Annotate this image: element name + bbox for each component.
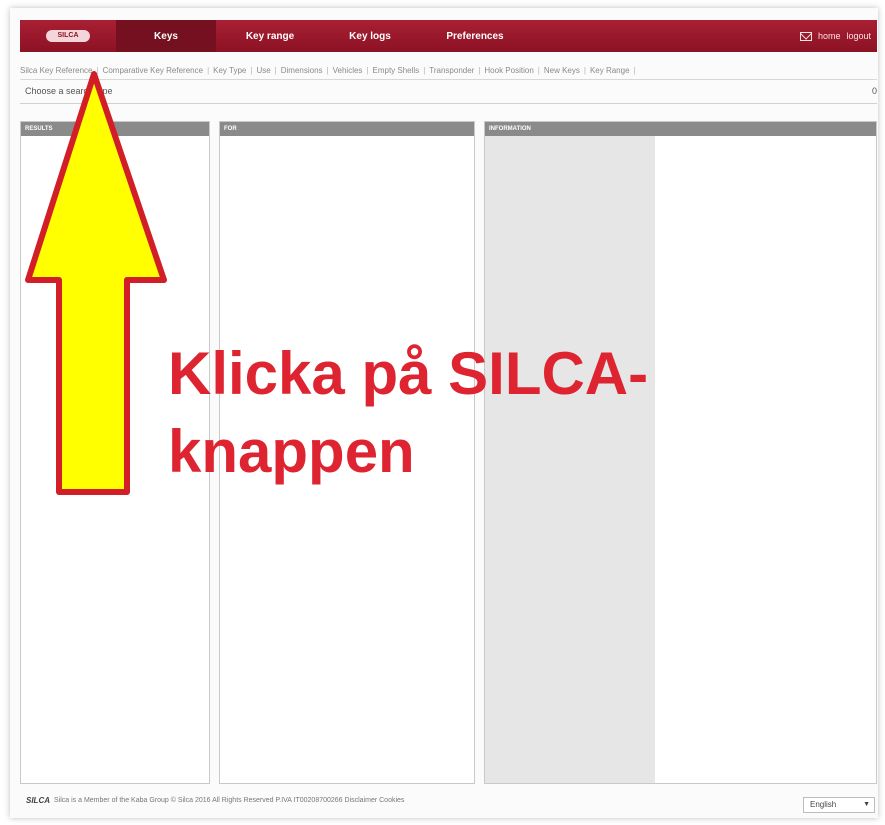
subnav-item-key-type[interactable]: Key Type bbox=[213, 66, 246, 75]
subnav-item-empty-shells[interactable]: Empty Shells bbox=[373, 66, 420, 75]
top-navigation-bar: SILCA Keys Key range Key logs Preference… bbox=[20, 20, 877, 52]
arrow-shape bbox=[25, 71, 167, 495]
mail-icon[interactable] bbox=[799, 31, 812, 41]
annotation-text: Klicka på SILCA- knappen bbox=[168, 335, 648, 491]
tab-preferences[interactable]: Preferences bbox=[420, 20, 530, 52]
separator: | bbox=[207, 65, 210, 75]
separator: | bbox=[250, 65, 253, 75]
subnav-item-key-range[interactable]: Key Range bbox=[590, 66, 630, 75]
subnav-item-use[interactable]: Use bbox=[256, 66, 270, 75]
logout-link[interactable]: logout bbox=[846, 31, 871, 41]
annotation-line-1: Klicka på SILCA- bbox=[168, 340, 649, 407]
footer: SILCA Silca is a Member of the Kaba Grou… bbox=[26, 796, 404, 805]
dropdown-caret-icon: ▼ bbox=[863, 801, 870, 808]
user-links: home logout bbox=[799, 20, 871, 52]
for-panel-header: FOR bbox=[220, 122, 474, 136]
subnav-item-transponder[interactable]: Transponder bbox=[429, 66, 474, 75]
subnav-item-vehicles[interactable]: Vehicles bbox=[333, 66, 363, 75]
home-link[interactable]: home bbox=[818, 31, 841, 41]
separator: | bbox=[583, 65, 586, 75]
silca-logo-button[interactable]: SILCA bbox=[20, 20, 116, 52]
annotation-line-2: knappen bbox=[168, 418, 415, 485]
separator: | bbox=[366, 65, 369, 75]
yellow-arrow-icon bbox=[25, 71, 167, 495]
separator: | bbox=[326, 65, 329, 75]
tab-key-range[interactable]: Key range bbox=[220, 20, 320, 52]
silca-logo: SILCA bbox=[46, 30, 90, 42]
subnav-item-dimensions[interactable]: Dimensions bbox=[281, 66, 323, 75]
tab-keys[interactable]: Keys bbox=[116, 20, 216, 52]
separator: | bbox=[423, 65, 426, 75]
footer-logo: SILCA bbox=[26, 796, 50, 805]
language-selected: English bbox=[810, 800, 837, 809]
footer-text: Silca is a Member of the Kaba Group © Si… bbox=[54, 797, 405, 804]
separator: | bbox=[633, 65, 636, 75]
separator: | bbox=[478, 65, 481, 75]
subnav-item-hook-position[interactable]: Hook Position bbox=[484, 66, 533, 75]
tab-key-logs[interactable]: Key logs bbox=[322, 20, 418, 52]
language-select[interactable]: English ▼ bbox=[803, 797, 875, 813]
information-panel-header: INFORMATION bbox=[485, 122, 876, 136]
separator: | bbox=[274, 65, 277, 75]
separator: | bbox=[537, 65, 540, 75]
right-indicator: 0 bbox=[871, 86, 877, 96]
subnav-item-new-keys[interactable]: New Keys bbox=[544, 66, 580, 75]
